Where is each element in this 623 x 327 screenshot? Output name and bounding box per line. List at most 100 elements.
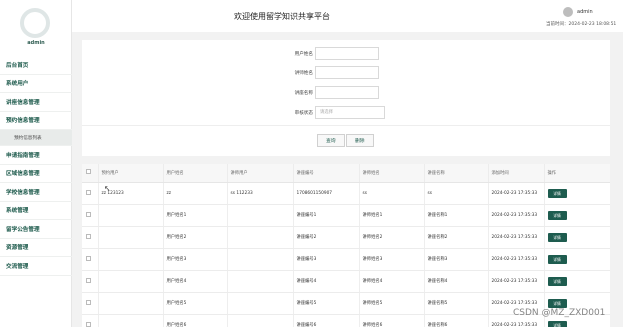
row-checkbox-cell [82, 182, 99, 205]
avatar[interactable] [20, 8, 50, 38]
row-checkbox-cell [82, 270, 99, 293]
table-row[interactable]: 用户姓名2 讲座编号2 讲师姓名2 讲座名称2 2024-02-23 17:35:33 详… [82, 226, 610, 249]
header-username[interactable]: admin [577, 9, 593, 15]
top-header: 欢迎使用留学知识共享平台 admin 当前时间：2024-02-23 18:08… [72, 0, 623, 32]
table-cell: 讲座名称2 [424, 226, 489, 249]
table-cell: 讲座编号6 [293, 314, 360, 327]
row-checkbox-cell [82, 226, 99, 249]
table-row[interactable]: 用户姓名3 讲座编号3 讲师姓名3 讲座名称3 2024-02-23 17:35:33 详… [82, 248, 610, 271]
table-cell: 用户姓名2 [163, 226, 228, 249]
audit-status-select[interactable]: 请选择 [315, 106, 385, 119]
sidebar-item[interactable]: 区域信息管理 [0, 165, 72, 183]
sidebar-item[interactable]: 留学公告管理 [0, 220, 72, 239]
search-button[interactable]: 查询 [317, 134, 345, 147]
sidebar-item[interactable]: 交流管理 [0, 257, 72, 276]
table-cell: 讲座名称6 [424, 314, 489, 327]
sidebar-menu: 后台首页 系统用户 讲座信息管理 预约信息管理 预约信息列表 申请指南管理 区域信息管理 学校… [0, 56, 72, 276]
table-cell: 2024-02-23 17:35:33 [488, 204, 545, 227]
table-row[interactable]: zz 123123 zz ss 112233 1708601150907 ss ss 202… [82, 182, 610, 205]
row-checkbox[interactable] [86, 211, 91, 217]
user-avatar-icon[interactable] [563, 7, 573, 17]
row-checkbox[interactable] [86, 321, 91, 327]
table-body: zz 123123 zz ss 112233 1708601150907 ss ss 202… [82, 182, 610, 327]
select-all-checkbox[interactable] [86, 169, 91, 175]
table-cell: 讲师姓名2 [359, 226, 425, 249]
row-checkbox[interactable] [86, 299, 91, 305]
detail-button[interactable]: 详情 [547, 320, 567, 327]
detail-button[interactable]: 详情 [547, 254, 567, 264]
table-cell: 讲师姓名4 [359, 270, 425, 293]
teacher-name-input[interactable] [315, 66, 379, 79]
row-checkbox-cell [82, 292, 99, 315]
table-cell: 用户姓名4 [163, 270, 228, 293]
table-row[interactable]: 用户姓名4 讲座编号4 讲师姓名4 讲座名称4 2024-02-23 17:35:33 详… [82, 270, 610, 293]
row-checkbox-cell [82, 314, 99, 327]
delete-button[interactable]: 删除 [346, 134, 374, 147]
table-cell: 讲座编号4 [293, 270, 360, 293]
column-header: 讲师姓名 [359, 164, 425, 183]
table-cell [98, 204, 164, 227]
table-cell: 讲师姓名6 [359, 314, 425, 327]
sidebar-item[interactable]: 学校信息管理 [0, 183, 72, 202]
sidebar-item[interactable]: 系统管理 [0, 202, 72, 220]
row-checkbox[interactable] [86, 255, 91, 261]
sidebar-item[interactable]: 资源管理 [0, 239, 72, 257]
detail-button[interactable]: 详情 [547, 276, 567, 286]
table-cell: 1708601150907 [293, 182, 360, 205]
select-all-cell[interactable] [82, 164, 99, 183]
table-row[interactable]: 用户姓名1 讲座编号1 讲师姓名1 讲座名称1 2024-02-23 17:35:33 详… [82, 204, 610, 227]
search-row-status: 审核状态 请选择 [82, 106, 610, 120]
sidebar-item[interactable]: 申请指南管理 [0, 146, 72, 165]
search-panel: 用户姓名 讲师姓名 讲座名称 审核状态 请选择 查询 删除 [82, 40, 610, 156]
column-header: 讲座名称 [424, 164, 489, 183]
table-cell: 讲座名称4 [424, 270, 489, 293]
row-checkbox[interactable] [86, 277, 91, 283]
action-cell: 详情 [544, 182, 610, 205]
table-header-row: 预约用户 用户姓名 讲师用户 讲座编号 讲师姓名 讲座名称 添加时间 操作 [82, 164, 610, 183]
table-cell: ss [359, 182, 425, 205]
table-cell: 2024-02-23 17:35:33 [488, 248, 545, 271]
detail-button[interactable]: 详情 [547, 210, 567, 220]
table-cell: ss 112233 [227, 182, 294, 205]
detail-button[interactable]: 详情 [547, 232, 567, 242]
table-cell: 2024-02-23 17:35:33 [488, 182, 545, 205]
table-cell: 讲座编号2 [293, 226, 360, 249]
column-header: 讲座编号 [293, 164, 360, 183]
table-cell: 用户姓名1 [163, 204, 228, 227]
user-name-label: 用户姓名 [294, 52, 313, 57]
column-header: 添加时间 [488, 164, 545, 183]
table-cell [227, 314, 294, 327]
table-cell: ss [424, 182, 489, 205]
table-cell: 2024-02-23 17:35:33 [488, 270, 545, 293]
table-cell [227, 270, 294, 293]
current-time: 当前时间：2024-02-23 18:08:51 [546, 22, 617, 27]
table-cell: 讲师姓名1 [359, 204, 425, 227]
sidebar-item[interactable]: 后台首页 [0, 56, 72, 75]
row-checkbox-cell [82, 248, 99, 271]
sidebar-item[interactable]: 讲座信息管理 [0, 93, 72, 112]
table-cell [227, 248, 294, 271]
table-cell: 讲座编号5 [293, 292, 360, 315]
sidebar-item[interactable]: 预约信息管理 [0, 112, 72, 130]
sidebar-item[interactable]: 系统用户 [0, 75, 72, 93]
table-cell: 用户姓名6 [163, 314, 228, 327]
column-header: 用户姓名 [163, 164, 228, 183]
column-header: 操作 [544, 164, 610, 183]
table-cell [98, 248, 164, 271]
audit-status-label: 审核状态 [294, 111, 313, 116]
action-cell: 详情 [544, 248, 610, 271]
lecture-name-input[interactable] [315, 86, 379, 99]
search-row-teacher: 讲师姓名 [82, 66, 610, 80]
sidebar: admin 后台首页 系统用户 讲座信息管理 预约信息管理 预约信息列表 申请指南管理 区域… [0, 0, 72, 327]
user-name-input[interactable] [315, 47, 379, 60]
table-cell [227, 226, 294, 249]
sidebar-item[interactable]: 预约信息列表 [0, 130, 72, 146]
table-cell [98, 292, 164, 315]
watermark: CSDN @MZ_ZXD001 [513, 308, 606, 318]
sidebar-username: admin [27, 40, 45, 46]
row-checkbox[interactable] [86, 189, 91, 195]
row-checkbox[interactable] [86, 233, 91, 239]
detail-button[interactable]: 详情 [547, 298, 567, 308]
table-cell: zz [163, 182, 228, 205]
detail-button[interactable]: 详情 [547, 188, 567, 198]
